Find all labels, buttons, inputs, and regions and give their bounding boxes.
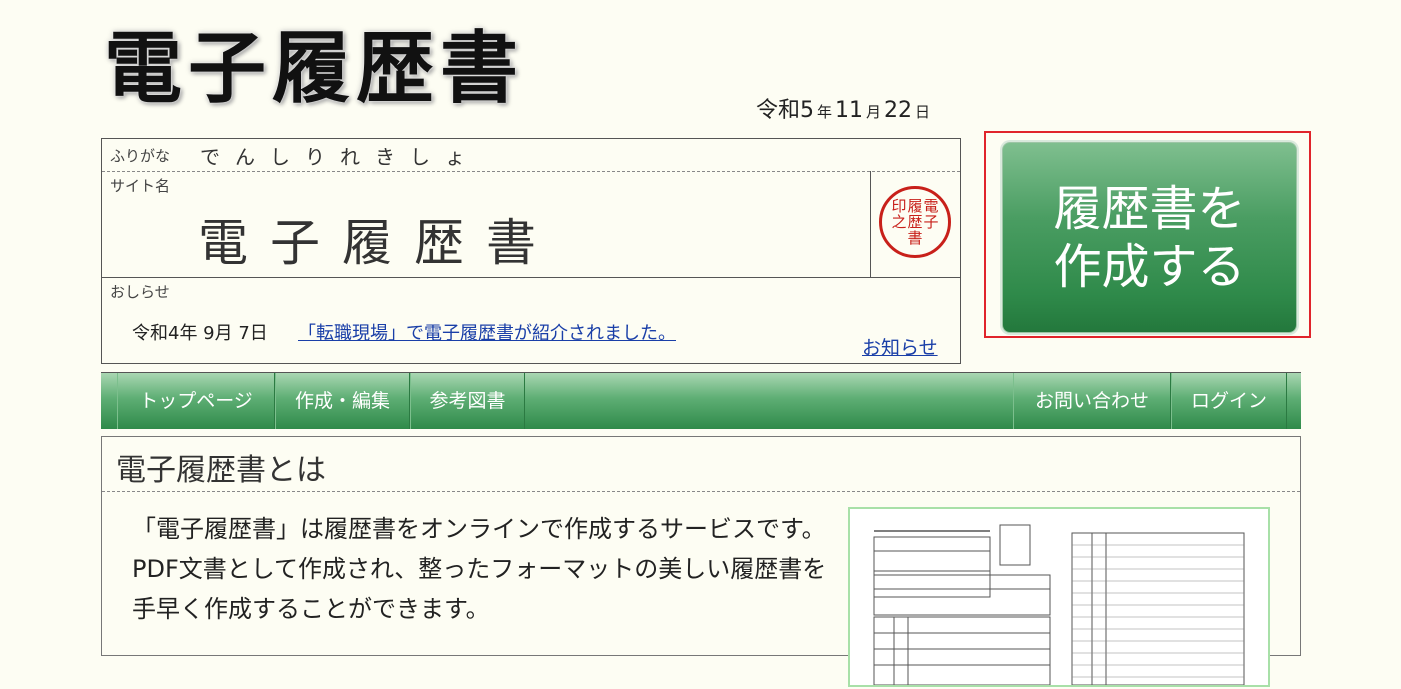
site-logo[interactable]: 電子履歴書 (104, 30, 524, 108)
site-name-row: サイト名 電子履歴書 印 履 電 之 歴 子 書 (102, 171, 960, 278)
seal-stamp-icon: 印 履 電 之 歴 子 書 (879, 186, 951, 258)
furigana-text: でんしりれきしょ (200, 145, 480, 169)
seal-char: 電 (923, 197, 939, 215)
date-month: 11 (835, 98, 864, 123)
about-text: 「電子履歴書」は履歴書をオンラインで作成するサービスです。PDF文書として作成さ… (132, 515, 827, 623)
main-nav: トップページ 作成・編集 参考図書 お問い合わせ ログイン (101, 372, 1301, 429)
site-name-label: サイト名 (110, 177, 171, 195)
about-title: 電子履歴書とは (116, 453, 326, 488)
nav-create-edit[interactable]: 作成・編集 (275, 373, 410, 429)
seal-char: 印 (891, 197, 907, 215)
date-era-year: 令和5 (756, 98, 814, 123)
furigana-label: ふりがな (110, 147, 171, 165)
resume-card: ふりがな でんしりれきしょ サイト名 電子履歴書 印 履 電 之 歴 子 書 お… (101, 138, 961, 364)
seal-char: 履 (907, 197, 923, 215)
date-month-unit: 月 (866, 103, 882, 121)
notice-label: おしらせ (110, 283, 170, 301)
nav-reference-books[interactable]: 参考図書 (410, 373, 525, 429)
divider (102, 491, 1300, 492)
seal-char: 歴 (907, 213, 923, 231)
create-resume-highlight: 履歴書を 作成する (984, 131, 1311, 338)
create-resume-line1: 履歴書を (1053, 180, 1246, 237)
current-date: 令和5 年 11 月 22 日 (756, 92, 933, 124)
seal-char: 子 (923, 213, 939, 231)
nav-top-page[interactable]: トップページ (117, 373, 275, 429)
seal-char: 書 (907, 229, 923, 247)
resume-preview-image (848, 507, 1270, 687)
nav-contact[interactable]: お問い合わせ (1013, 373, 1171, 429)
date-year-unit: 年 (817, 103, 833, 121)
resume-form-illustration (873, 524, 1245, 686)
seal-char (923, 230, 939, 246)
date-day: 22 (884, 98, 913, 123)
create-resume-button[interactable]: 履歴書を 作成する (1002, 142, 1297, 333)
about-section: 電子履歴書とは 「電子履歴書」は履歴書をオンラインで作成するサービスです。PDF… (101, 436, 1301, 687)
site-name: 電子履歴書 (198, 214, 558, 272)
create-resume-line2: 作成する (1053, 238, 1246, 295)
notice-link[interactable]: 「転職現場」で電子履歴書が紹介されました。 (298, 319, 676, 345)
notice-more-link[interactable]: お知らせ (862, 333, 938, 360)
date-day-unit: 日 (915, 103, 931, 121)
seal-char (891, 230, 907, 246)
notice-date: 令和4年 9月 7日 (132, 323, 268, 344)
nav-login[interactable]: ログイン (1171, 373, 1287, 429)
furigana-row: ふりがな でんしりれきしょ (102, 139, 960, 172)
seal-char: 之 (891, 213, 907, 231)
seal-box: 印 履 電 之 歴 子 書 (870, 171, 961, 277)
